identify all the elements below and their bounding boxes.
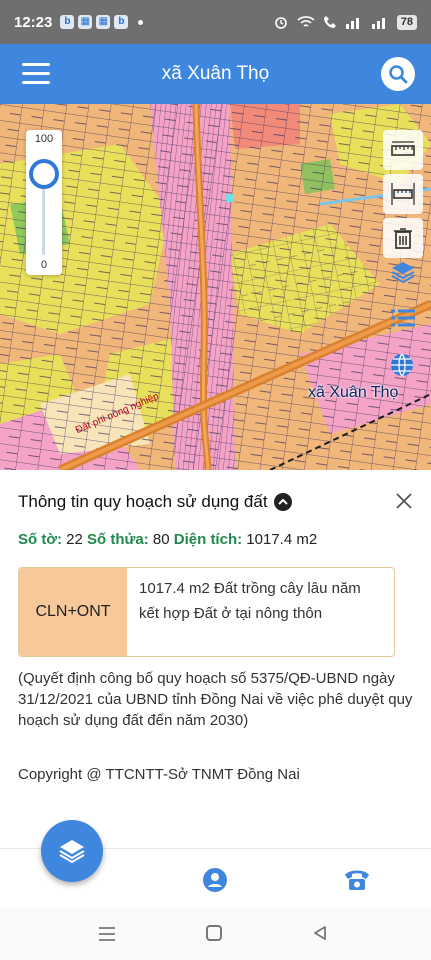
map-canvas[interactable] [0, 104, 431, 470]
ruler-area-icon [391, 183, 415, 205]
zoom-min-label: 0 [40, 259, 48, 271]
close-icon [396, 493, 412, 509]
system-navigation-bar [0, 908, 431, 960]
info-panel-header: Thông tin quy hoạch sử dụng đất [18, 492, 292, 512]
status-time: 12:23 [14, 13, 53, 31]
notification-icon: b [114, 15, 129, 29]
page-title: xã Xuân Thọ [161, 63, 270, 84]
notification-icon: b [60, 15, 75, 29]
trash-icon [394, 228, 412, 249]
zoom-handle[interactable] [29, 158, 59, 189]
notification-icons: b ▦ ▦ b [60, 15, 144, 29]
measure-area-button[interactable] [383, 174, 423, 214]
notification-icon: ▦ [78, 15, 93, 29]
collapse-button[interactable] [273, 493, 292, 511]
search-icon [389, 65, 408, 84]
search-button[interactable] [381, 57, 415, 91]
copyright-text: Copyright @ TTCNTT-Sở TNMT Đồng Nai [18, 766, 300, 783]
parcel-value: 80 [152, 531, 170, 548]
home-button[interactable] [206, 925, 222, 941]
legend-list-icon [391, 309, 415, 327]
clear-button[interactable] [383, 218, 423, 258]
info-panel-title: Thông tin quy hoạch sử dụng đất [18, 492, 268, 511]
land-use-code: CLN+ONT [19, 568, 127, 656]
call-button[interactable] [342, 865, 372, 895]
basemap-button[interactable] [389, 352, 415, 378]
map-toolbar [383, 130, 423, 262]
notification-icon: ▦ [96, 15, 111, 29]
layers-button[interactable] [389, 258, 417, 286]
land-use-map[interactable]: 100 0 xã Xuân Thọ Đất phi nông nghiệp [0, 104, 431, 470]
planning-decision-note: (Quyết định công bố quy hoạch số 5375/QĐ… [18, 670, 413, 729]
layers-icon [59, 840, 85, 864]
app-bar: xã Xuân Thọ [0, 44, 431, 104]
wifi-icon [297, 16, 315, 27]
phone-icon [345, 870, 369, 890]
more-notifications-dot [138, 19, 144, 25]
parcel-label: Số thửa: [87, 531, 149, 548]
close-button[interactable] [395, 492, 413, 510]
measure-distance-button[interactable] [383, 130, 423, 170]
area-value: 1017.4 m2 [246, 531, 318, 548]
recents-icon [99, 927, 115, 941]
area-label: Diện tích: [173, 531, 243, 548]
account-button[interactable] [202, 867, 228, 893]
sheet-value: 22 [66, 531, 83, 548]
alarm-icon [274, 17, 287, 29]
signal-icon [371, 18, 385, 29]
status-icons: 78 [273, 14, 417, 30]
parcel-summary: Số tờ: 22 Số thửa: 80 Diện tích: 1017.4 … [18, 531, 317, 548]
back-icon [314, 926, 326, 940]
layers-fab[interactable] [41, 820, 103, 882]
back-button[interactable] [312, 925, 328, 941]
land-use-description: 1017.4 m2 Đất trồng cây lâu năm kết hợp … [139, 580, 361, 622]
signal-icon [345, 18, 359, 29]
user-icon [203, 868, 227, 892]
ruler-horizontal-icon [391, 141, 415, 156]
layers-icon [391, 262, 415, 284]
status-bar: 12:23 b ▦ ▦ b 78 [0, 0, 431, 44]
chevron-up-icon [277, 498, 288, 505]
call-icon [323, 16, 336, 28]
map-place-label: xã Xuân Thọ [308, 384, 399, 401]
land-use-row: CLN+ONT 1017.4 m2 Đất trồng cây lâu năm … [18, 567, 395, 657]
battery-level: 78 [396, 14, 417, 30]
sheet-label: Số tờ: [18, 531, 62, 548]
zoom-max-label: 100 [34, 133, 54, 145]
zoom-slider[interactable]: 100 0 [26, 130, 62, 275]
recents-button[interactable] [98, 926, 116, 942]
land-info-panel: Thông tin quy hoạch sử dụng đất Số tờ: 2… [0, 470, 431, 850]
legend-button[interactable] [389, 305, 417, 333]
globe-icon [391, 353, 413, 377]
